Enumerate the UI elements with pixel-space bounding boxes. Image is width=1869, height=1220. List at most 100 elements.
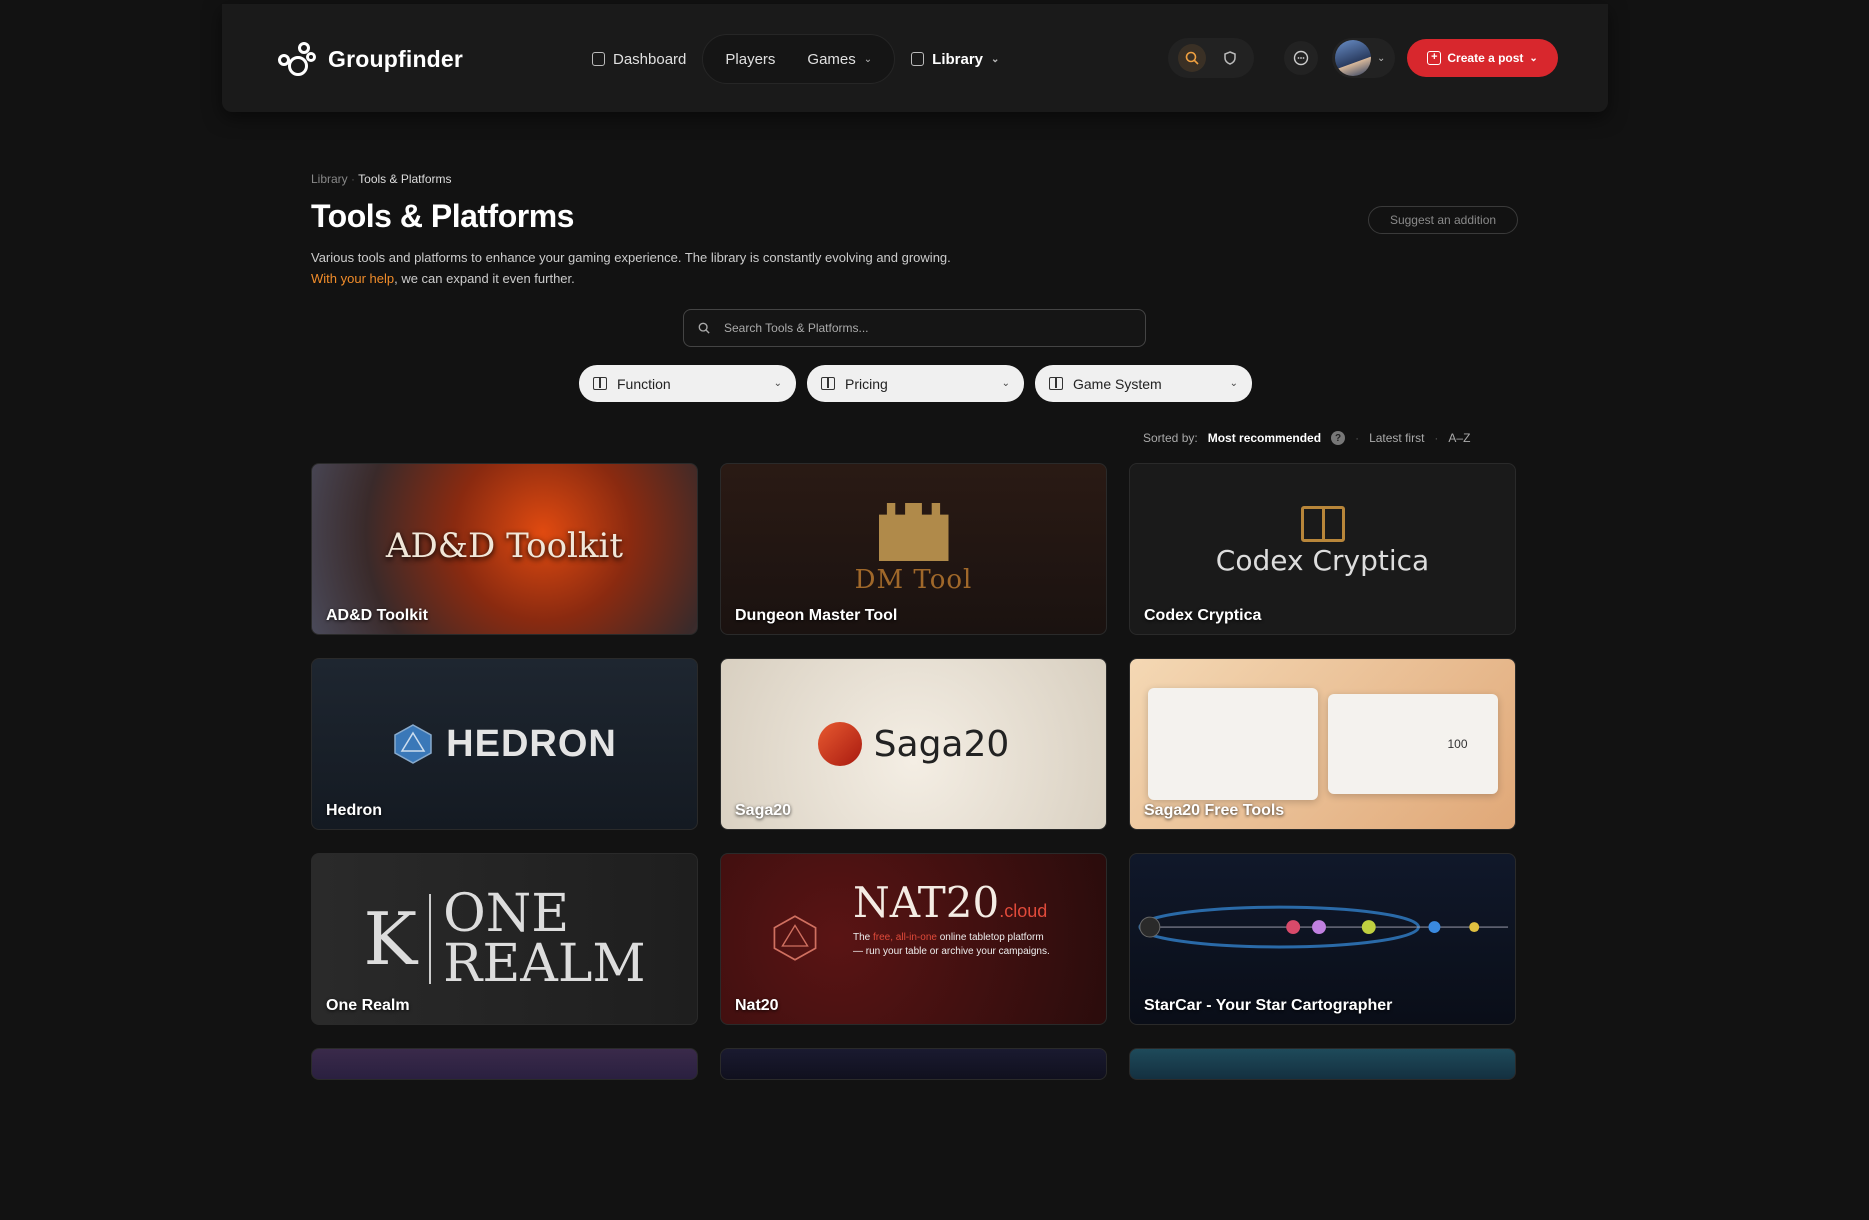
card-art-title: AD&D Toolkit [385,526,624,566]
shield-icon[interactable] [1216,44,1244,72]
nav-players[interactable]: Players [709,34,791,84]
card-title: Saga20 [735,802,792,819]
nav-group-players-games: Players Games ⌄ [702,34,896,84]
search-icon[interactable] [1178,44,1206,72]
filter-pricing[interactable]: Pricing ⌄ [807,365,1024,402]
nav-players-label: Players [725,50,776,68]
filter-game-system-label: Game System [1073,375,1162,392]
search-field[interactable] [683,309,1146,347]
sort-latest-first[interactable]: Latest first [1369,431,1424,445]
nav-games-label: Games [807,50,856,68]
card-art-title: Codex Cryptica [1215,543,1430,577]
filter-game-system[interactable]: Game System ⌄ [1035,365,1252,402]
breadcrumb-library[interactable]: Library [311,172,348,186]
book-icon [1049,377,1063,390]
page-intro: Various tools and platforms to enhance y… [311,247,951,289]
tool-card[interactable]: Codex Cryptica Codex Cryptica [1129,463,1516,635]
d20-icon [394,724,432,764]
tool-card[interactable]: Saga20 Saga20 [720,658,1107,830]
tool-card[interactable]: Κ ONE REALM One Realm [311,853,698,1025]
help-icon[interactable]: ? [1331,431,1346,445]
card-title: Dungeon Master Tool [735,607,898,624]
page-title: Tools & Platforms [311,198,574,234]
main-nav: Dashboard Players Games ⌄ Library ⌄ [576,34,1015,84]
card-art-title: NAT20 [853,878,1000,927]
nav-library[interactable]: Library ⌄ [895,34,1015,84]
breadcrumb-current: Tools & Platforms [358,172,452,186]
tool-group [1168,38,1254,78]
book-icon [1300,505,1345,542]
nav-games[interactable]: Games ⌄ [791,34,888,84]
top-navigation-bar: Groupfinder Dashboard Players Games ⌄ Li… [222,4,1608,112]
dashboard-icon [592,52,605,66]
tools-grid: AD&D Toolkit AD&D Toolkit DM Tool Dungeo… [311,463,1516,1220]
filter-pricing-label: Pricing [845,375,888,392]
card-title: One Realm [326,997,410,1014]
saga20-logo-icon [817,722,862,766]
library-icon [911,52,925,66]
chevron-down-icon: ⌄ [1529,52,1538,64]
sort-a-z[interactable]: A–Z [1448,431,1470,445]
tool-card[interactable]: DM Tool Dungeon Master Tool [720,463,1107,635]
card-title: Saga20 Free Tools [1144,802,1285,819]
separator: · [1355,431,1360,445]
separator: · [1434,431,1439,445]
intro-text-end: , we can expand it even further. [394,271,575,286]
tool-card[interactable]: HEDRON Hedron [311,658,698,830]
tool-card[interactable] [1129,1048,1516,1080]
tool-card[interactable]: AD&D Toolkit AD&D Toolkit [311,463,698,635]
header-tools: ⌄ + Create a post ⌄ [1168,38,1558,78]
intro-help-link[interactable]: With your help [311,271,394,286]
user-menu[interactable]: ⌄ [1332,38,1396,78]
card-title: Codex Cryptica [1144,607,1262,624]
d20-icon [773,915,817,961]
groupfinder-logo-icon [278,42,318,76]
nav-dashboard-label: Dashboard [613,50,687,68]
filter-function-label: Function [617,375,671,392]
brand-name: Groupfinder [328,45,464,72]
search-input[interactable] [724,321,1124,335]
one-realm-monogram: Κ [363,897,418,981]
plus-icon: + [1427,51,1442,65]
breadcrumb: Library · Tools & Platforms [311,172,452,186]
chevron-down-icon: ⌄ [863,53,873,65]
card-title: StarCar - Your Star Cartographer [1144,997,1393,1014]
tagline-part: — run your table or archive your campaig… [853,946,1050,957]
card-art-suffix: .cloud [999,901,1048,921]
card-art-value: 100 [1447,737,1468,751]
sort-label: Sorted by: [1143,431,1198,445]
tool-card[interactable]: NAT20.cloud The free, all-in-one online … [720,853,1107,1025]
tagline-part: free, all-in-one [873,932,937,943]
brand-logo[interactable]: Groupfinder [278,42,463,76]
tool-card[interactable] [720,1048,1107,1080]
card-art-tagline: The free, all-in-one online tabletop pla… [853,931,1050,959]
tool-card[interactable] [311,1048,698,1080]
create-post-label: Create a post [1447,51,1524,65]
tool-card[interactable]: StarCar - Your Star Cartographer [1129,853,1516,1025]
tool-card[interactable]: 100 Saga20 Free Tools [1129,658,1516,830]
chevron-down-icon: ⌄ [1001,378,1010,389]
nav-dashboard[interactable]: Dashboard [576,34,702,84]
tagline-part: online tabletop platform [936,932,1044,943]
tagline-part: The [853,932,874,943]
card-title: AD&D Toolkit [326,607,428,624]
card-art-title: ONE REALM [443,884,646,994]
card-art-line: ONE [443,884,570,944]
search-icon [698,322,710,334]
sort-bar: Sorted by: Most recommended ? · Latest f… [1143,431,1470,445]
chevron-down-icon: ⌄ [1229,378,1238,389]
suggest-addition-button[interactable]: Suggest an addition [1368,206,1518,234]
screenshot-panel: 100 [1327,694,1498,794]
sort-most-recommended[interactable]: Most recommended [1208,431,1321,445]
avatar [1335,40,1371,76]
card-art-title: Saga20 [873,723,1010,765]
book-icon [593,377,607,390]
chevron-down-icon: ⌄ [991,53,1000,65]
filter-function[interactable]: Function ⌄ [579,365,796,402]
castle-icon [878,503,949,561]
create-post-button[interactable]: + Create a post ⌄ [1407,39,1558,77]
chat-icon[interactable] [1284,41,1318,75]
book-icon [821,377,835,390]
card-art-line: REALM [443,934,646,994]
card-art-title: DM Tool [854,565,973,595]
